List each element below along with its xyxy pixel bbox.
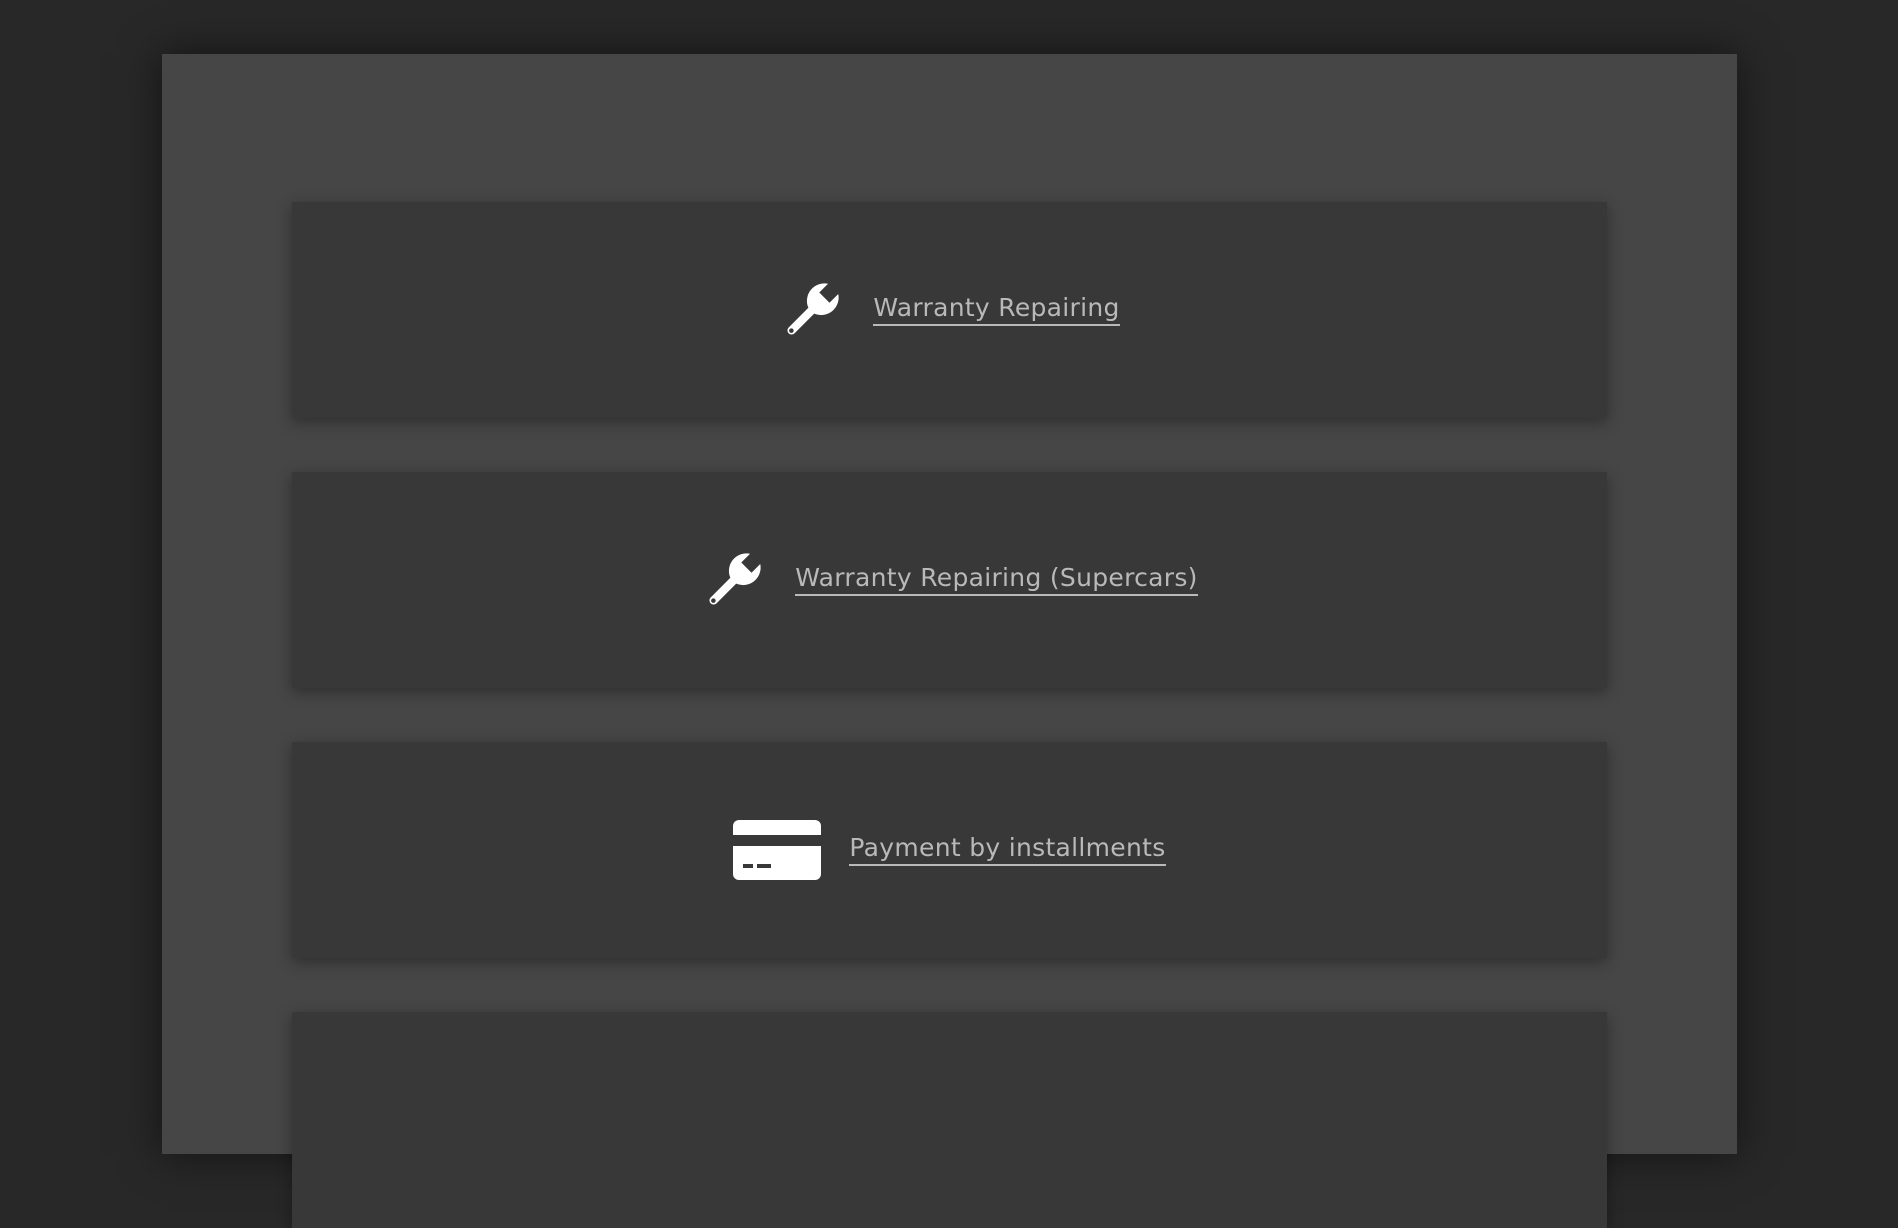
wrench-icon bbox=[779, 277, 845, 343]
credit-card-icon bbox=[733, 820, 822, 880]
service-card-payment-by-installments[interactable]: Payment by installments bbox=[292, 742, 1607, 958]
service-card-content: Payment by installments bbox=[733, 820, 1166, 880]
wrench-icon bbox=[701, 547, 767, 613]
service-card-warranty-repairing[interactable]: Warranty Repairing bbox=[292, 202, 1607, 418]
content-panel: Warranty Repairing Warranty Repairing (S… bbox=[162, 54, 1737, 1228]
service-link-warranty-repairing-supercars[interactable]: Warranty Repairing (Supercars) bbox=[795, 564, 1198, 597]
service-link-payment-by-installments[interactable]: Payment by installments bbox=[849, 834, 1166, 867]
service-card-content: Warranty Repairing bbox=[779, 277, 1120, 343]
service-link-warranty-repairing[interactable]: Warranty Repairing bbox=[873, 294, 1120, 327]
service-card-content: Warranty Repairing (Supercars) bbox=[701, 547, 1198, 613]
service-card-warranty-repairing-supercars[interactable]: Warranty Repairing (Supercars) bbox=[292, 472, 1607, 688]
service-card-partial[interactable] bbox=[292, 1012, 1607, 1228]
